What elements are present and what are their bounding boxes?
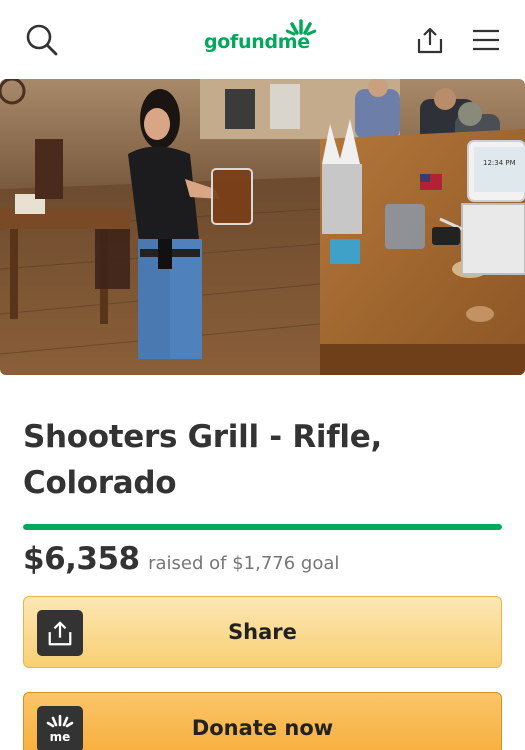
- campaign-title: Shooters Grill - Rifle, Colorado: [23, 419, 382, 501]
- campaign-hero-image[interactable]: 12:34 PM: [0, 79, 525, 375]
- pos-screen-time: 12:34 PM: [483, 159, 516, 167]
- search-icon: [26, 24, 58, 56]
- donate-button-label: Donate now: [191, 716, 334, 740]
- raised-summary: $6,358 raised of $1,776 goal: [23, 541, 339, 577]
- logo-text: gofundme: [204, 31, 310, 53]
- share-header-button[interactable]: [410, 20, 450, 60]
- donate-icon-text: me: [50, 730, 71, 744]
- gofundme-me-icon: me: [46, 714, 74, 744]
- top-header: gofundme: [0, 0, 525, 78]
- progress-bar-fill: [23, 524, 502, 530]
- hamburger-menu-icon: [473, 29, 499, 51]
- donate-button[interactable]: me Donate now: [23, 692, 502, 750]
- menu-button[interactable]: [466, 20, 506, 60]
- restaurant-photo: 12:34 PM: [0, 79, 525, 375]
- share-icon: [48, 621, 72, 646]
- donate-button-icon-box: me: [37, 706, 83, 750]
- share-button-label: Share: [228, 620, 297, 644]
- goal-text: raised of $1,776 goal: [148, 553, 340, 574]
- fundraising-progress-bar: [23, 524, 502, 530]
- raised-amount: $6,358: [23, 541, 140, 577]
- search-button[interactable]: [22, 20, 62, 60]
- share-button[interactable]: Share: [23, 596, 502, 668]
- share-button-icon-box: [37, 610, 83, 656]
- gofundme-logo[interactable]: gofundme: [204, 18, 324, 58]
- share-icon: [417, 27, 443, 54]
